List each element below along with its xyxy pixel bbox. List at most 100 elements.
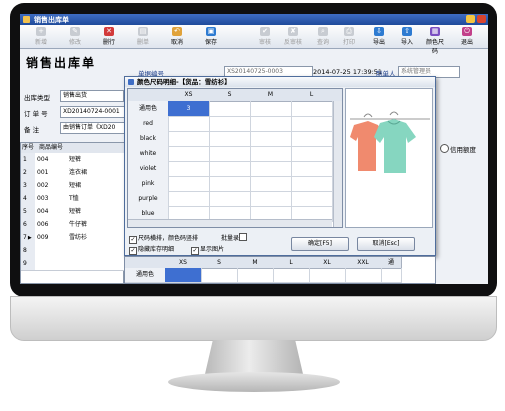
table-cell[interactable]: 连衣裙 xyxy=(67,166,128,180)
quantity-cell[interactable] xyxy=(250,161,292,177)
remark-field[interactable]: 由销售订单《XD20 xyxy=(60,122,128,134)
order-no-label: 订 单 号 xyxy=(24,110,48,118)
quantity-cell[interactable] xyxy=(209,131,251,147)
cancel-dialog-button[interactable]: 取消[Esc] xyxy=(357,237,415,251)
stock-cell[interactable] xyxy=(273,268,310,283)
quantity-cell[interactable] xyxy=(291,101,333,117)
delete-row-button[interactable]: ✕ 删行 xyxy=(98,27,120,47)
quantity-cell[interactable]: 3 xyxy=(168,101,210,117)
size-layout-checkbox[interactable]: ✓ 尺码横排，颜色码竖排 xyxy=(129,233,198,244)
ok-button[interactable]: 确定[F5] xyxy=(291,237,349,251)
export-button[interactable]: ⇩ 导出 xyxy=(368,27,390,47)
unaudit-button[interactable]: ✘ 反审核 xyxy=(282,27,304,47)
table-cell[interactable]: 雪纺衫 xyxy=(67,231,128,245)
quantity-cell[interactable] xyxy=(168,146,210,162)
quantity-cell[interactable] xyxy=(168,131,210,147)
stock-cell[interactable] xyxy=(201,268,238,283)
table-cell[interactable] xyxy=(35,244,70,258)
minimize-icon[interactable] xyxy=(466,15,475,23)
quantity-cell[interactable] xyxy=(209,101,251,117)
quantity-cell[interactable] xyxy=(291,131,333,147)
quantity-cell[interactable] xyxy=(209,176,251,192)
close-icon[interactable] xyxy=(477,15,486,23)
stock-cell[interactable] xyxy=(309,268,346,283)
quantity-cell[interactable] xyxy=(250,101,292,117)
hide-stock-checkbox[interactable]: ✓ 隐藏库存明细 xyxy=(129,244,174,255)
product-image-panel xyxy=(345,88,433,228)
color-row-label: purple xyxy=(128,191,169,207)
quantity-cell[interactable] xyxy=(209,116,251,132)
toolbar-label: 删行 xyxy=(102,39,115,46)
table-cell[interactable]: 004 xyxy=(35,153,70,167)
color-row-label: white xyxy=(128,146,169,162)
table-cell[interactable]: 短裤 xyxy=(67,153,128,167)
size-color-grid: XS S M L 通用色 3 red black white violet pink purple bl… xyxy=(127,88,343,228)
toolbar-label: 导出 xyxy=(372,39,385,46)
batch-entry-checkbox[interactable]: 批量录 xyxy=(221,233,248,242)
edit-button[interactable]: ✎ 修改 xyxy=(64,27,86,47)
size-grid-hscrollbar[interactable] xyxy=(128,219,332,227)
quantity-cell[interactable] xyxy=(168,176,210,192)
toolbar: + 新增 ✎ 修改 ✕ 删行 ▤ 删单 ↶ 取消 ▣ 保存 ✔ 审核 ✘ 反审核 ⌕ 查询 ⎙ 打印 ⇩ 导出 ⇧ 导入 ▦ 颜色… xyxy=(20,25,488,55)
credit-radio[interactable] xyxy=(440,144,449,153)
quantity-cell[interactable] xyxy=(168,161,210,177)
new-button[interactable]: + 新增 xyxy=(30,27,52,47)
quantity-cell[interactable] xyxy=(291,191,333,207)
delete-doc-button[interactable]: ▤ 删单 xyxy=(132,27,154,47)
doc-date: 2014-07-25 17:39:51 xyxy=(313,68,383,76)
print-button[interactable]: ⎙ 打印 xyxy=(338,27,360,47)
table-cell[interactable]: 003 xyxy=(35,192,70,206)
quantity-cell[interactable] xyxy=(168,116,210,132)
current-row-arrow-icon: ▶ xyxy=(27,235,32,241)
quantity-cell[interactable] xyxy=(209,191,251,207)
save-button[interactable]: ▣ 保存 xyxy=(200,27,222,47)
table-cell[interactable]: 009 xyxy=(35,231,70,245)
color-row-label: violet xyxy=(128,161,169,177)
table-cell[interactable] xyxy=(35,257,70,271)
order-no-field[interactable]: XD20140724-0001 xyxy=(60,106,128,118)
quantity-cell[interactable] xyxy=(291,146,333,162)
table-cell[interactable]: 牛仔裤 xyxy=(67,218,128,232)
quantity-cell[interactable] xyxy=(250,131,292,147)
table-cell[interactable]: 短裤 xyxy=(67,205,128,219)
import-icon: ⇧ xyxy=(402,27,412,36)
audit-button[interactable]: ✔ 审核 xyxy=(254,27,276,47)
table-cell[interactable] xyxy=(67,257,128,271)
detail-grid: 序号 商品编号 1 004 短裤 2 001 连衣裙 3 002 短裙 4 003 T恤 5 004 短裤 6 00… xyxy=(20,142,128,284)
quantity-cell[interactable] xyxy=(250,176,292,192)
stock-cell[interactable] xyxy=(165,268,202,283)
table-cell[interactable]: 004 xyxy=(35,205,70,219)
toolbar-label: 退出 xyxy=(460,39,473,46)
show-image-checkbox[interactable]: ✓ 显示图片 xyxy=(191,244,224,255)
quantity-cell[interactable] xyxy=(209,161,251,177)
quantity-cell[interactable] xyxy=(250,191,292,207)
out-type-field[interactable]: 销售出货 xyxy=(60,90,124,102)
quantity-cell[interactable] xyxy=(291,176,333,192)
stock-cell[interactable] xyxy=(345,268,382,283)
toolbar-label: 查询 xyxy=(316,39,329,46)
color-size-button[interactable]: ▦ 颜色尺码 xyxy=(424,27,446,55)
table-cell[interactable]: 002 xyxy=(35,179,70,193)
color-size-dialog: 颜色尺码明细-【货品：雪纺衫】 XS S M L 通用色 3 red black white vi… xyxy=(124,76,436,256)
stock-cell[interactable] xyxy=(381,268,402,283)
credit-label: 信用额度 xyxy=(450,146,476,154)
table-cell[interactable]: 短裙 xyxy=(67,179,128,193)
quantity-cell[interactable] xyxy=(168,191,210,207)
table-cell[interactable]: 001 xyxy=(35,166,70,180)
quantity-cell[interactable] xyxy=(209,146,251,162)
color-row-label: pink xyxy=(128,176,169,192)
quantity-cell[interactable] xyxy=(291,116,333,132)
app-icon xyxy=(23,16,30,23)
quantity-cell[interactable] xyxy=(291,161,333,177)
quantity-cell[interactable] xyxy=(250,146,292,162)
table-cell[interactable]: 006 xyxy=(35,218,70,232)
query-button[interactable]: ⌕ 查询 xyxy=(312,27,334,47)
quantity-cell[interactable] xyxy=(250,116,292,132)
exit-button[interactable]: ⏻ 退出 xyxy=(456,27,478,47)
table-cell[interactable]: T恤 xyxy=(67,192,128,206)
size-grid-scrollbar[interactable] xyxy=(333,101,342,227)
table-cell[interactable] xyxy=(67,244,128,258)
cancel-button[interactable]: ↶ 取消 xyxy=(166,27,188,47)
import-button[interactable]: ⇧ 导入 xyxy=(396,27,418,47)
stock-cell[interactable] xyxy=(237,268,274,283)
